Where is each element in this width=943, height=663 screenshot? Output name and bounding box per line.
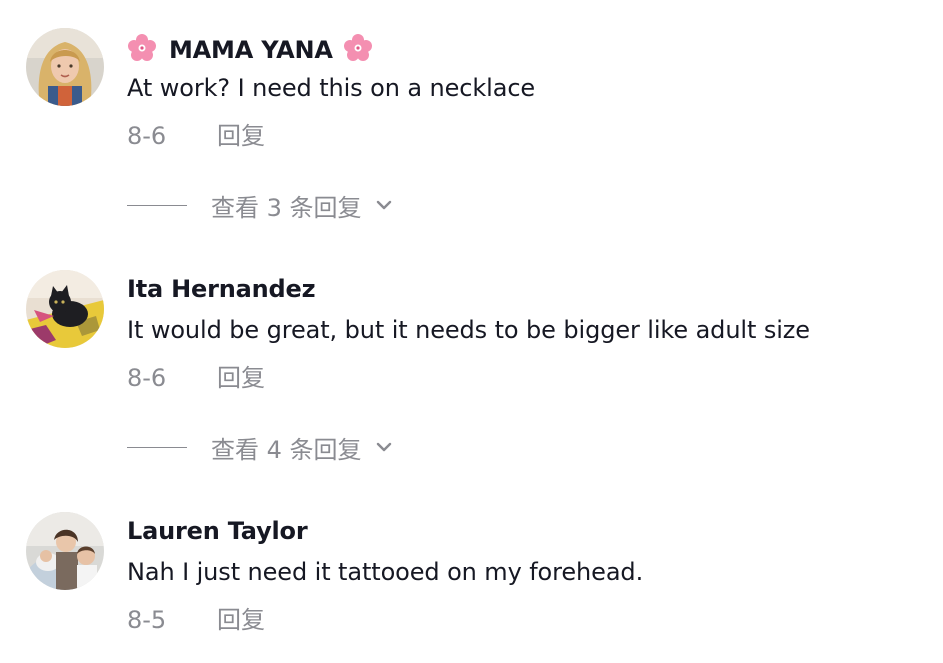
- comment-text: At work? I need this on a necklace: [127, 74, 536, 102]
- username[interactable]: Lauren Taylor: [127, 517, 308, 545]
- avatar-mother-children-icon: [26, 512, 104, 590]
- chevron-down-icon: [376, 442, 391, 452]
- reply-button[interactable]: 回复: [217, 364, 265, 392]
- comment-meta: 8-6 回复: [127, 116, 265, 151]
- comment-text: It would be great, but it needs to be bi…: [127, 316, 810, 344]
- comment-text: Nah I just need it tattooed on my forehe…: [127, 558, 644, 586]
- reply-button[interactable]: 回复: [217, 122, 265, 150]
- username[interactable]: MAMA YANA: [127, 33, 373, 64]
- cherry-blossom-icon: [128, 34, 156, 61]
- divider-line: [127, 446, 187, 448]
- comment-date: 8-6: [127, 122, 167, 150]
- reply-button[interactable]: 回复: [217, 606, 265, 634]
- avatar[interactable]: [26, 28, 104, 106]
- view-replies-button[interactable]: 查看 4 条回复: [127, 427, 394, 467]
- avatar[interactable]: [26, 270, 104, 348]
- view-replies-label: 查看 3 条回复: [211, 193, 362, 222]
- comment-meta: 8-6 回复: [127, 358, 265, 393]
- username-label: MAMA YANA: [169, 36, 333, 64]
- username[interactable]: Ita Hernandez: [127, 275, 316, 303]
- divider-line: [127, 204, 187, 206]
- avatar-blonde-woman-icon: [26, 28, 104, 106]
- view-replies-label: 查看 4 条回复: [211, 435, 362, 464]
- comment-date: 8-6: [127, 364, 167, 392]
- avatar[interactable]: [26, 512, 104, 590]
- chevron-down-icon: [376, 200, 391, 210]
- view-replies-button[interactable]: 查看 3 条回复: [127, 185, 394, 225]
- comment-meta: 8-5 回复: [127, 600, 265, 635]
- comment-date: 8-5: [127, 606, 167, 634]
- avatar-black-cat-icon: [26, 270, 104, 348]
- cherry-blossom-icon: [343, 34, 372, 61]
